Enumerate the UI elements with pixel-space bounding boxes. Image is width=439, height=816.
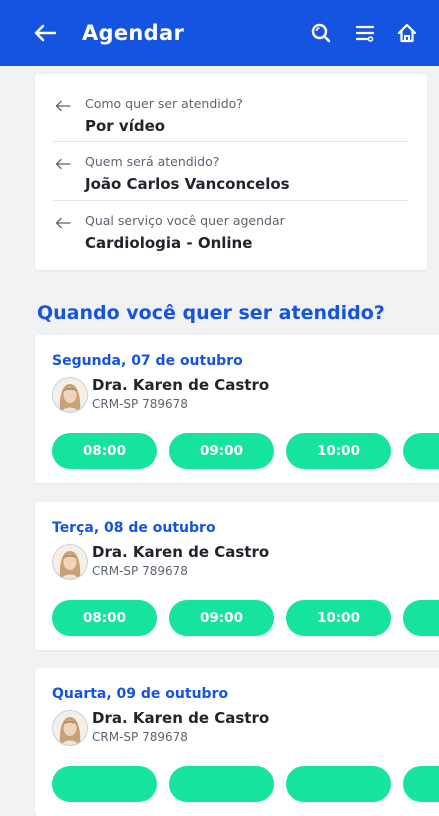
day-date: Segunda, 07 de outubro	[52, 353, 243, 369]
search-icon	[311, 23, 331, 43]
summary-question: Qual serviço você quer agendar	[85, 213, 285, 228]
summary-answer: Cardiologia - Online	[85, 234, 253, 252]
summary-item-attendance-type[interactable]: Como quer ser atendido? Por vídeo	[53, 94, 409, 152]
doctor-name: Dra. Karen de Castro	[92, 709, 270, 727]
summary-item-service[interactable]: Qual serviço você quer agendar Cardiolog…	[53, 211, 409, 269]
section-title: Quando você quer ser atendido?	[37, 302, 385, 324]
search-button[interactable]	[306, 18, 336, 48]
arrow-left-icon	[55, 158, 71, 170]
doctor-avatar	[52, 544, 88, 580]
day-date: Quarta, 09 de outubro	[52, 686, 229, 702]
back-button[interactable]	[30, 18, 60, 48]
summary-item-patient[interactable]: Quem será atendido? João Carlos Vanconce…	[53, 152, 409, 210]
app-bar: Agendar	[0, 0, 439, 66]
divider	[53, 141, 409, 142]
time-slot-button[interactable]	[52, 766, 157, 802]
time-slot-button[interactable]	[169, 766, 274, 802]
doctor-crm: CRM-SP 789678	[92, 397, 188, 411]
filter-button[interactable]	[350, 18, 380, 48]
home-button[interactable]	[392, 18, 422, 48]
doctor-name: Dra. Karen de Castro	[92, 543, 270, 561]
time-slot-button[interactable]: 10:00	[286, 600, 391, 636]
arrow-left-icon	[55, 217, 71, 229]
time-slot-button[interactable]: 09:00	[169, 433, 274, 469]
filter-list-icon	[355, 25, 375, 42]
summary-question: Quem será atendido?	[85, 154, 220, 169]
arrow-left-icon	[55, 100, 71, 112]
day-card: Segunda, 07 de outubro Dra. Karen de Cas…	[35, 335, 439, 483]
doctor-avatar	[52, 377, 88, 413]
doctor-crm: CRM-SP 789678	[92, 730, 188, 744]
divider	[53, 200, 409, 201]
day-date: Terça, 08 de outubro	[52, 520, 216, 536]
time-slot-button[interactable]: 08:00	[52, 433, 157, 469]
summary-answer: João Carlos Vanconcelos	[85, 175, 290, 193]
doctor-crm: CRM-SP 789678	[92, 564, 188, 578]
time-slot-button[interactable]: 09:00	[169, 600, 274, 636]
time-slot-button[interactable]	[286, 766, 391, 802]
home-icon	[397, 23, 417, 43]
time-slot-button-partial[interactable]	[403, 433, 439, 469]
page-title: Agendar	[82, 21, 185, 45]
time-slot-button[interactable]: 08:00	[52, 600, 157, 636]
doctor-avatar	[52, 710, 88, 746]
day-card: Quarta, 09 de outubro Dra. Karen de Cast…	[35, 668, 439, 816]
summary-answer: Por vídeo	[85, 117, 166, 135]
doctor-name: Dra. Karen de Castro	[92, 376, 270, 394]
time-slot-button-partial[interactable]	[403, 600, 439, 636]
time-slot-button-partial[interactable]	[403, 766, 439, 802]
time-slot-button[interactable]: 10:00	[286, 433, 391, 469]
summary-question: Como quer ser atendido?	[85, 96, 243, 111]
day-card: Terça, 08 de outubro Dra. Karen de Castr…	[35, 502, 439, 650]
selection-summary-card: Como quer ser atendido? Por vídeo Quem s…	[35, 74, 427, 270]
arrow-left-icon	[34, 24, 56, 42]
